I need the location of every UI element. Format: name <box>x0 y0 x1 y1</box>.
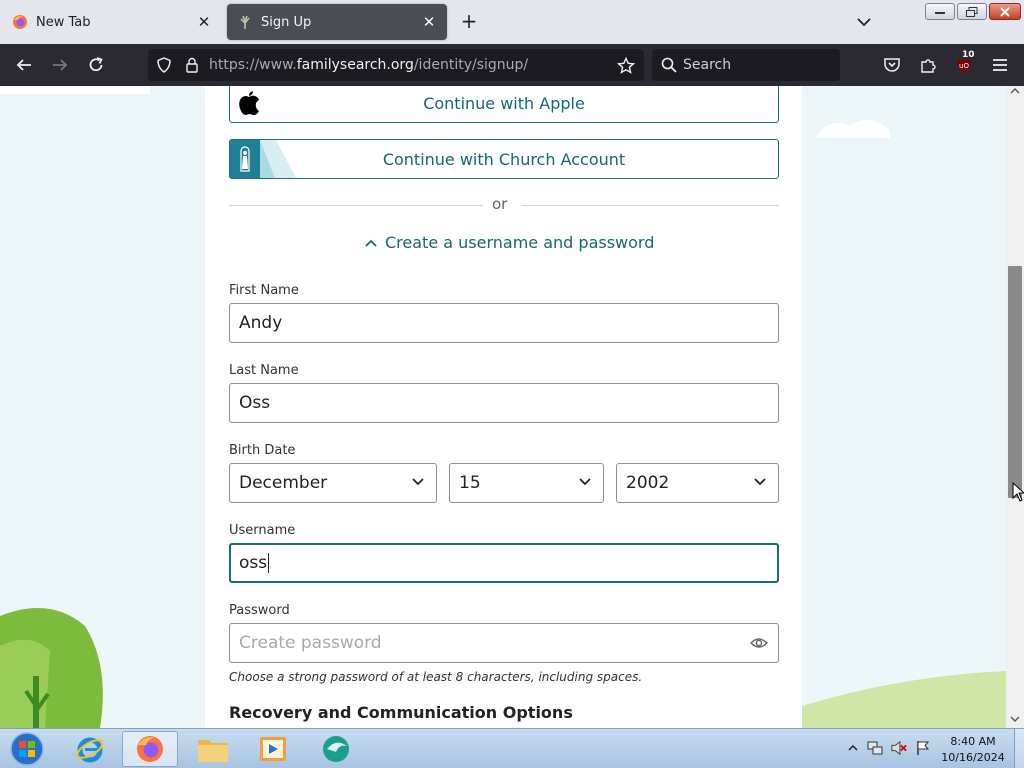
minimize-icon[interactable] <box>925 3 955 20</box>
pocket-icon[interactable] <box>881 54 903 76</box>
windows-logo-icon <box>10 732 44 766</box>
show-password-eye-icon[interactable] <box>750 636 768 650</box>
mouse-cursor-icon <box>1012 482 1024 502</box>
url-text[interactable]: https://www.familysearch.org/identity/si… <box>209 57 528 73</box>
tab-strip: New Tab ✕ Sign Up ✕ + <box>0 0 1024 44</box>
firefox-icon <box>12 14 28 30</box>
list-all-tabs-chevron-icon[interactable] <box>854 12 874 32</box>
toggle-link-label: Create a username and password <box>385 233 655 252</box>
birth-year-select[interactable]: 2002 <box>616 463 779 503</box>
recovery-options-heading: Recovery and Communication Options <box>229 703 573 722</box>
firefox-icon <box>137 736 163 762</box>
address-bar[interactable]: https://www.familysearch.org/identity/si… <box>148 49 644 81</box>
password-placeholder: Create password <box>239 633 382 653</box>
start-button[interactable] <box>0 731 54 767</box>
birth-day-select[interactable]: 15 <box>449 463 604 503</box>
show-desktop-button[interactable] <box>1014 729 1024 768</box>
taskbar-app[interactable] <box>308 731 364 767</box>
new-tab-plus-icon[interactable]: + <box>458 11 480 33</box>
window-controls <box>925 3 1021 20</box>
first-name-field[interactable]: Andy <box>229 303 779 343</box>
chevron-down-icon <box>412 478 424 486</box>
volume-muted-icon[interactable] <box>891 740 907 756</box>
first-name-label: First Name <box>229 283 299 298</box>
clock-date: 10/16/2024 <box>941 751 1005 764</box>
birth-day-value: 15 <box>459 473 481 493</box>
taskbar-media-player[interactable] <box>245 731 301 767</box>
tab-sign-up[interactable]: Sign Up ✕ <box>227 4 447 40</box>
taskbar-internet-explorer[interactable] <box>62 731 118 767</box>
last-name-label: Last Name <box>229 363 299 378</box>
text-caret <box>268 553 270 573</box>
bookmark-star-icon[interactable] <box>616 56 636 74</box>
birth-month-select[interactable]: December <box>229 463 437 503</box>
page-scrollbar[interactable] <box>1006 86 1024 728</box>
system-clock[interactable]: 8:40 AM 10/16/2024 <box>934 734 1012 766</box>
scroll-up-arrow-icon[interactable] <box>1010 88 1020 94</box>
taskbar-file-explorer[interactable] <box>185 731 241 767</box>
password-field[interactable]: Create password <box>229 623 779 663</box>
search-placeholder: Search <box>683 57 732 73</box>
back-arrow-icon[interactable] <box>13 54 35 76</box>
church-button-label: Continue with Church Account <box>382 149 626 169</box>
familysearch-tree-icon <box>237 14 253 30</box>
birth-month-value: December <box>239 473 328 493</box>
password-label: Password <box>229 603 290 618</box>
taskbar-firefox[interactable] <box>122 731 178 767</box>
continue-with-church-account-button[interactable]: Continue with Church Account <box>229 139 779 179</box>
extensions-puzzle-icon[interactable] <box>917 54 939 76</box>
forward-arrow-icon[interactable] <box>49 54 71 76</box>
tab-title: New Tab <box>36 14 91 30</box>
search-bar[interactable]: Search <box>652 49 840 81</box>
network-icon[interactable] <box>867 740 883 756</box>
action-center-flag-icon[interactable] <box>915 740 931 756</box>
password-hint: Choose a strong password of at least 8 c… <box>229 670 643 684</box>
internet-explorer-icon <box>76 737 104 763</box>
username-label: Username <box>229 523 296 538</box>
chevron-down-icon <box>754 478 766 486</box>
signup-card: Continue with Apple Continue with Church… <box>205 86 802 728</box>
navigation-toolbar: https://www.familysearch.org/identity/si… <box>0 44 1024 86</box>
chevron-down-icon <box>579 478 591 486</box>
restore-icon[interactable] <box>957 3 987 20</box>
last-name-value: Oss <box>239 393 271 413</box>
scrollbar-thumb[interactable] <box>1008 266 1022 498</box>
create-username-password-toggle[interactable]: Create a username and password <box>365 233 654 252</box>
or-divider: or <box>229 194 779 216</box>
birth-date-label: Birth Date <box>229 443 296 458</box>
last-name-field[interactable]: Oss <box>229 383 779 423</box>
close-tab-icon[interactable]: ✕ <box>196 13 212 31</box>
hamburger-menu-icon[interactable] <box>989 54 1011 76</box>
apple-logo-icon <box>238 90 260 120</box>
reload-icon[interactable] <box>85 54 107 76</box>
church-logo-icon <box>230 140 296 182</box>
folder-icon <box>198 740 228 762</box>
clock-time: 8:40 AM <box>950 735 996 748</box>
extension-count-badge: 10 <box>960 50 977 60</box>
chevron-up-icon <box>365 239 377 247</box>
shield-icon[interactable] <box>156 57 172 73</box>
scroll-down-arrow-icon[interactable] <box>1010 716 1020 722</box>
media-player-icon <box>260 737 286 761</box>
svg-text:uO: uO <box>959 62 969 70</box>
apple-button-label: Continue with Apple <box>423 93 585 113</box>
tab-title: Sign Up <box>261 14 312 30</box>
lock-icon[interactable] <box>184 57 200 73</box>
close-tab-icon[interactable]: ✕ <box>421 13 437 31</box>
or-label: or <box>492 195 508 213</box>
birth-year-value: 2002 <box>626 473 670 493</box>
show-hidden-icons-arrow-icon[interactable] <box>845 740 861 756</box>
continue-with-apple-button[interactable]: Continue with Apple <box>229 86 779 123</box>
username-field[interactable]: oss <box>229 543 779 583</box>
username-value: oss <box>239 553 268 573</box>
app-icon <box>323 736 349 762</box>
page-content: Continue with Apple Continue with Church… <box>0 86 1006 728</box>
first-name-value: Andy <box>239 313 283 333</box>
windows-taskbar: 8:40 AM 10/16/2024 <box>0 728 1024 768</box>
tab-new-tab[interactable]: New Tab ✕ <box>2 4 222 40</box>
search-icon <box>661 57 677 77</box>
close-window-icon[interactable] <box>989 3 1021 20</box>
